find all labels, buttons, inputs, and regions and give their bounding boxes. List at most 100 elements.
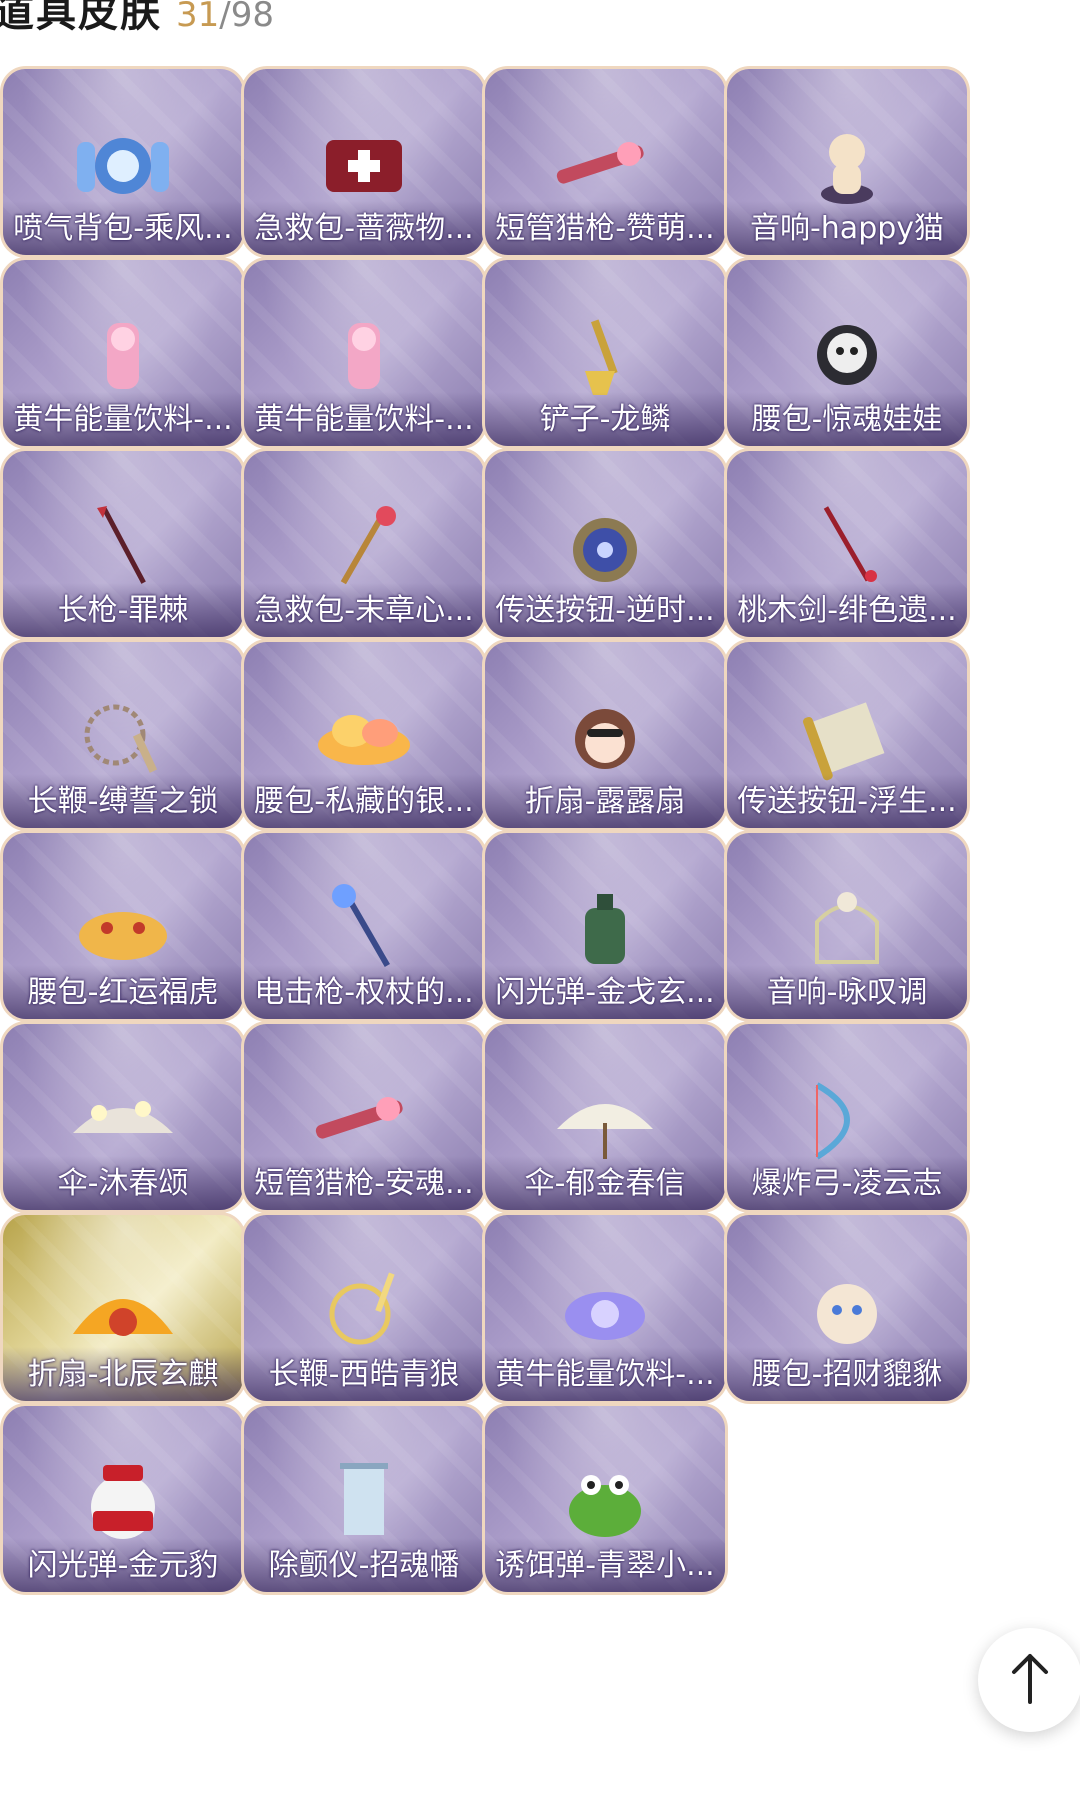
panda-bomb-icon bbox=[58, 1452, 188, 1548]
skin-card[interactable]: 黄牛能量饮料-... bbox=[241, 257, 487, 449]
skin-name: 音响-happy猫 bbox=[749, 211, 945, 246]
skin-card[interactable]: 短管猎枪-赞萌... bbox=[482, 66, 728, 258]
skin-name: 诱饵弹-青翠小... bbox=[495, 1548, 715, 1583]
skin-name: 急救包-蔷薇物... bbox=[254, 211, 474, 246]
skin-card[interactable]: 折扇-北辰玄麒 bbox=[0, 1212, 246, 1404]
skin-count: 31/98 bbox=[176, 0, 274, 35]
flower-drink-icon bbox=[540, 1261, 670, 1357]
cat-speaker-icon bbox=[782, 115, 912, 211]
shotgun-icon bbox=[299, 1070, 429, 1166]
frog-icon bbox=[540, 1452, 670, 1548]
skin-name: 传送按钮-逆时... bbox=[495, 593, 715, 628]
golden-fan-icon bbox=[58, 1261, 188, 1357]
skin-card[interactable]: 腰包-红运福虎 bbox=[0, 830, 246, 1022]
spear-icon bbox=[58, 497, 188, 593]
skin-card[interactable]: 喷气背包-乘风... bbox=[0, 66, 246, 258]
skin-name: 除颤仪-招魂幡 bbox=[268, 1548, 460, 1583]
skin-card[interactable]: 折扇-露露扇 bbox=[482, 639, 728, 831]
skin-name: 腰包-惊魂娃娃 bbox=[751, 402, 943, 437]
skin-name: 电击枪-权杖的... bbox=[254, 975, 474, 1010]
shovel-icon bbox=[540, 306, 670, 402]
skin-name: 急救包-末章心... bbox=[254, 593, 474, 628]
skin-name: 长枪-罪棘 bbox=[57, 593, 189, 628]
flower-umbrella-icon bbox=[58, 1070, 188, 1166]
skin-name: 闪光弹-金元豹 bbox=[27, 1548, 219, 1583]
skin-name: 折扇-北辰玄麒 bbox=[27, 1357, 219, 1392]
staff-icon bbox=[299, 879, 429, 975]
paper-umbrella-icon bbox=[540, 1070, 670, 1166]
skin-card[interactable]: 电击枪-权杖的... bbox=[241, 830, 487, 1022]
skin-card[interactable]: 腰包-招财貔貅 bbox=[724, 1212, 970, 1404]
scroll-icon bbox=[782, 688, 912, 784]
skin-name: 爆炸弓-凌云志 bbox=[751, 1166, 943, 1201]
skin-card[interactable]: 爆炸弓-凌云志 bbox=[724, 1021, 970, 1213]
arrow-up-icon bbox=[1008, 1652, 1052, 1708]
skin-name: 黄牛能量饮料-... bbox=[495, 1357, 715, 1392]
skin-card[interactable]: 黄牛能量饮料-... bbox=[482, 1212, 728, 1404]
skin-card[interactable]: 急救包-末章心... bbox=[241, 448, 487, 640]
scroll-to-top-button[interactable] bbox=[978, 1628, 1080, 1732]
skin-card[interactable]: 传送按钮-逆时... bbox=[482, 448, 728, 640]
skin-card[interactable]: 长枪-罪棘 bbox=[0, 448, 246, 640]
skin-card[interactable]: 铲子-龙鳞 bbox=[482, 257, 728, 449]
skin-name: 腰包-招财貔貅 bbox=[751, 1357, 943, 1392]
birdcage-icon bbox=[782, 879, 912, 975]
skin-name: 长鞭-缚誓之锁 bbox=[27, 784, 219, 819]
skin-name: 短管猎枪-安魂... bbox=[254, 1166, 474, 1201]
whip-icon bbox=[299, 1261, 429, 1357]
energy-drink-icon bbox=[58, 306, 188, 402]
skin-name: 短管猎枪-赞萌... bbox=[495, 211, 715, 246]
skin-name: 桃木剑-绯色遗... bbox=[737, 593, 957, 628]
skin-name: 腰包-私藏的银... bbox=[254, 784, 474, 819]
skin-card[interactable]: 长鞭-缚誓之锁 bbox=[0, 639, 246, 831]
owned-count: 31 bbox=[176, 0, 220, 35]
skin-name: 腰包-红运福虎 bbox=[27, 975, 219, 1010]
skull-pouch-icon bbox=[782, 306, 912, 402]
skin-card[interactable]: 传送按钮-浮生... bbox=[724, 639, 970, 831]
shotgun-icon bbox=[540, 115, 670, 211]
pixiu-pouch-icon bbox=[782, 1261, 912, 1357]
energy-drink-icon bbox=[299, 306, 429, 402]
skin-name: 传送按钮-浮生... bbox=[737, 784, 957, 819]
scepter-icon bbox=[299, 497, 429, 593]
skin-name: 伞-沐春颂 bbox=[57, 1166, 189, 1201]
count-separator: / bbox=[219, 0, 231, 35]
skin-card[interactable]: 音响-咏叹调 bbox=[724, 830, 970, 1022]
skin-card[interactable]: 急救包-蔷薇物... bbox=[241, 66, 487, 258]
chain-whip-icon bbox=[58, 688, 188, 784]
jetpack-icon bbox=[58, 115, 188, 211]
girl-fan-icon bbox=[540, 688, 670, 784]
skin-card[interactable]: 音响-happy猫 bbox=[724, 66, 970, 258]
skin-card[interactable]: 黄牛能量饮料-... bbox=[0, 257, 246, 449]
skin-card[interactable]: 短管猎枪-安魂... bbox=[241, 1021, 487, 1213]
pocket-watch-icon bbox=[540, 497, 670, 593]
skin-card[interactable]: 长鞭-西皓青狼 bbox=[241, 1212, 487, 1404]
bow-icon bbox=[782, 1070, 912, 1166]
skin-name: 喷气背包-乘风... bbox=[13, 211, 233, 246]
skin-name: 铲子-龙鳞 bbox=[539, 402, 671, 437]
tiger-pouch-icon bbox=[58, 879, 188, 975]
banner-icon bbox=[299, 1452, 429, 1548]
total-count: 98 bbox=[230, 0, 274, 35]
skin-card[interactable]: 腰包-私藏的银... bbox=[241, 639, 487, 831]
skin-card[interactable]: 腰包-惊魂娃娃 bbox=[724, 257, 970, 449]
skin-card[interactable]: 桃木剑-绯色遗... bbox=[724, 448, 970, 640]
page-title: 道具皮肤 bbox=[0, 0, 162, 36]
skin-name: 折扇-露露扇 bbox=[524, 784, 686, 819]
skin-card[interactable]: 闪光弹-金元豹 bbox=[0, 1403, 246, 1595]
skin-name: 长鞭-西皓青狼 bbox=[268, 1357, 460, 1392]
skin-card[interactable]: 伞-沐春颂 bbox=[0, 1021, 246, 1213]
sword-icon bbox=[782, 497, 912, 593]
skin-name: 伞-郁金春信 bbox=[524, 1166, 686, 1201]
skin-card[interactable]: 除颤仪-招魂幡 bbox=[241, 1403, 487, 1595]
flashbang-icon bbox=[540, 879, 670, 975]
skin-name: 闪光弹-金戈玄... bbox=[495, 975, 715, 1010]
skin-name: 音响-咏叹调 bbox=[766, 975, 928, 1010]
skin-name: 黄牛能量饮料-... bbox=[254, 402, 474, 437]
skin-name: 黄牛能量饮料-... bbox=[13, 402, 233, 437]
first-aid-kit-icon bbox=[299, 115, 429, 211]
skin-card[interactable]: 闪光弹-金戈玄... bbox=[482, 830, 728, 1022]
cloud-pouch-icon bbox=[299, 688, 429, 784]
skin-card[interactable]: 伞-郁金春信 bbox=[482, 1021, 728, 1213]
skin-card[interactable]: 诱饵弹-青翠小... bbox=[482, 1403, 728, 1595]
